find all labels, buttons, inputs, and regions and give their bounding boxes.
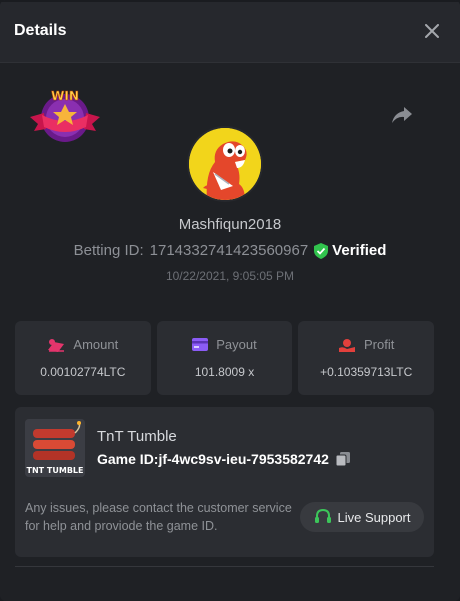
betting-id-row: Betting ID: 1714332741423560967 Verified bbox=[0, 242, 460, 259]
game-id-row: Game ID: jf-4wc9sv-ieu-7953582742 bbox=[97, 451, 351, 467]
betting-id-value: 1714332741423560967 bbox=[149, 242, 309, 259]
live-support-label: Live Support bbox=[337, 509, 411, 525]
verified-label: Verified bbox=[332, 242, 387, 259]
game-card: TNT TUMBLE TnT Tumble Game ID: jf-4wc9sv… bbox=[15, 407, 434, 557]
tnt-tumble-thumb-icon: TNT TUMBLE bbox=[25, 419, 85, 477]
close-button[interactable] bbox=[420, 19, 444, 43]
svg-text:WIN: WIN bbox=[51, 89, 79, 103]
stats-row: Amount 0.00102774LTC Payout 101.8009 x P… bbox=[15, 321, 435, 395]
card-icon bbox=[192, 338, 209, 351]
modal-title: Details bbox=[14, 22, 67, 39]
payout-value: 101.8009 x bbox=[194, 365, 255, 379]
amount-card: Amount 0.00102774LTC bbox=[15, 321, 151, 395]
payout-label: Payout bbox=[216, 337, 257, 352]
profit-header: Profit bbox=[338, 337, 394, 352]
share-icon bbox=[392, 107, 412, 123]
amount-label: Amount bbox=[73, 337, 119, 352]
betting-id-label: Betting ID: bbox=[73, 242, 144, 259]
svg-text:TNT TUMBLE: TNT TUMBLE bbox=[27, 466, 84, 475]
copy-button[interactable] bbox=[335, 451, 351, 467]
avatar bbox=[189, 128, 261, 200]
payout-card: Payout 101.8009 x bbox=[156, 321, 293, 395]
shield-check-icon bbox=[314, 242, 329, 259]
live-support-button[interactable]: Live Support bbox=[300, 502, 424, 532]
verified-badge: Verified bbox=[314, 242, 386, 259]
amount-header: Amount bbox=[47, 337, 118, 352]
amount-value: 0.00102774LTC bbox=[40, 365, 126, 379]
modal-header: Details bbox=[0, 0, 460, 63]
game-id-label: Game ID: bbox=[97, 451, 159, 467]
share-button[interactable] bbox=[389, 103, 415, 127]
close-icon bbox=[425, 24, 439, 38]
win-badge-icon: WIN bbox=[30, 89, 100, 142]
details-modal: Details WIN Mashfiqun2018 Betting ID: 17… bbox=[0, 0, 460, 601]
issue-text: Any issues, please contact the customer … bbox=[25, 501, 292, 533]
coins-icon bbox=[48, 338, 65, 352]
bet-datetime: 10/22/2021, 9:05:05 PM bbox=[165, 269, 295, 283]
profit-card: Profit +0.10359713LTC bbox=[298, 321, 435, 395]
game-thumbnail: TNT TUMBLE bbox=[25, 419, 85, 477]
profit-label: Profit bbox=[364, 337, 395, 352]
profit-icon bbox=[339, 338, 355, 352]
profit-value: +0.10359713LTC bbox=[320, 365, 413, 379]
top-strip bbox=[0, 0, 460, 2]
dino-avatar-icon bbox=[189, 128, 261, 200]
game-id-value: jf-4wc9sv-ieu-7953582742 bbox=[158, 451, 329, 467]
bottom-divider bbox=[15, 566, 434, 567]
headset-icon bbox=[314, 508, 331, 523]
copy-icon bbox=[335, 452, 350, 467]
game-name: TnT Tumble bbox=[97, 428, 177, 445]
username: Mashfiqun2018 bbox=[178, 216, 282, 233]
payout-header: Payout bbox=[192, 337, 257, 352]
